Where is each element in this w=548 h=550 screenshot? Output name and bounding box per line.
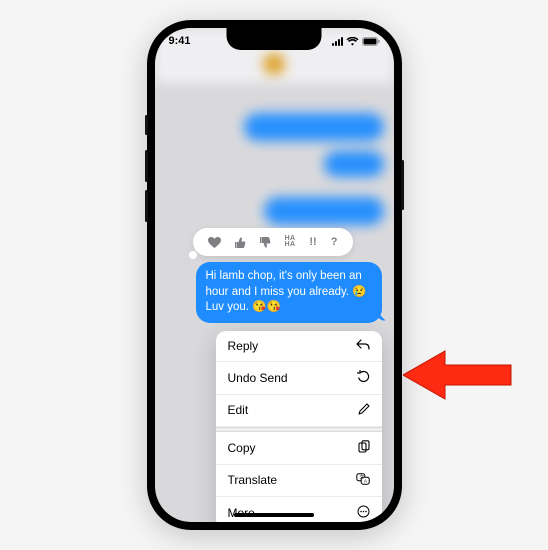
tapback-thumbs-up-icon[interactable] <box>235 237 246 248</box>
screen: 9:41 <box>155 28 394 522</box>
translate-icon: 文A <box>356 473 370 488</box>
copy-icon <box>358 440 370 456</box>
callout-arrow-icon <box>403 345 513 410</box>
volume-down-button <box>145 190 148 222</box>
focus-layer: HAHA !! ? Hi lamb chop, it's only been a… <box>155 28 394 522</box>
menu-item-edit[interactable]: Edit <box>216 395 382 427</box>
menu-label: Edit <box>228 403 249 417</box>
menu-label: Reply <box>228 339 259 353</box>
menu-label: Translate <box>228 473 278 487</box>
power-button <box>401 160 404 210</box>
tapback-haha-icon[interactable]: HAHA <box>285 236 296 248</box>
status-time: 9:41 <box>169 35 191 47</box>
menu-item-undo-send[interactable]: Undo Send <box>216 362 382 395</box>
menu-label: Copy <box>228 441 256 455</box>
iphone-device-frame: 9:41 <box>147 20 402 530</box>
cellular-signal-icon <box>332 37 343 46</box>
home-indicator[interactable] <box>234 513 314 517</box>
volume-up-button <box>145 150 148 182</box>
context-menu: Reply Undo Send Edit <box>216 331 382 522</box>
menu-item-translate[interactable]: Translate 文A <box>216 465 382 497</box>
tapback-thumbs-down-icon[interactable] <box>260 237 271 248</box>
mute-switch <box>145 115 148 135</box>
selected-message-bubble[interactable]: Hi lamb chop, it's only been an hour and… <box>196 262 382 323</box>
svg-text:A: A <box>364 478 367 483</box>
menu-item-reply[interactable]: Reply <box>216 331 382 362</box>
reply-arrow-icon <box>356 339 370 353</box>
message-text: Hi lamb chop, it's only been an hour and… <box>206 270 367 313</box>
battery-icon <box>362 37 380 46</box>
tapback-picker: HAHA !! ? <box>193 228 353 256</box>
status-bar: 9:41 <box>155 32 394 50</box>
wifi-icon <box>346 37 359 46</box>
tapback-heart-icon[interactable] <box>208 237 221 248</box>
more-ellipsis-icon <box>357 505 370 521</box>
menu-item-more[interactable]: More... <box>216 497 382 522</box>
menu-item-copy[interactable]: Copy <box>216 432 382 465</box>
undo-icon <box>357 370 370 386</box>
pencil-icon <box>358 403 370 418</box>
menu-label: Undo Send <box>228 371 288 385</box>
tapback-exclaim-icon[interactable]: !! <box>309 236 316 248</box>
tapback-question-icon[interactable]: ? <box>331 236 338 248</box>
